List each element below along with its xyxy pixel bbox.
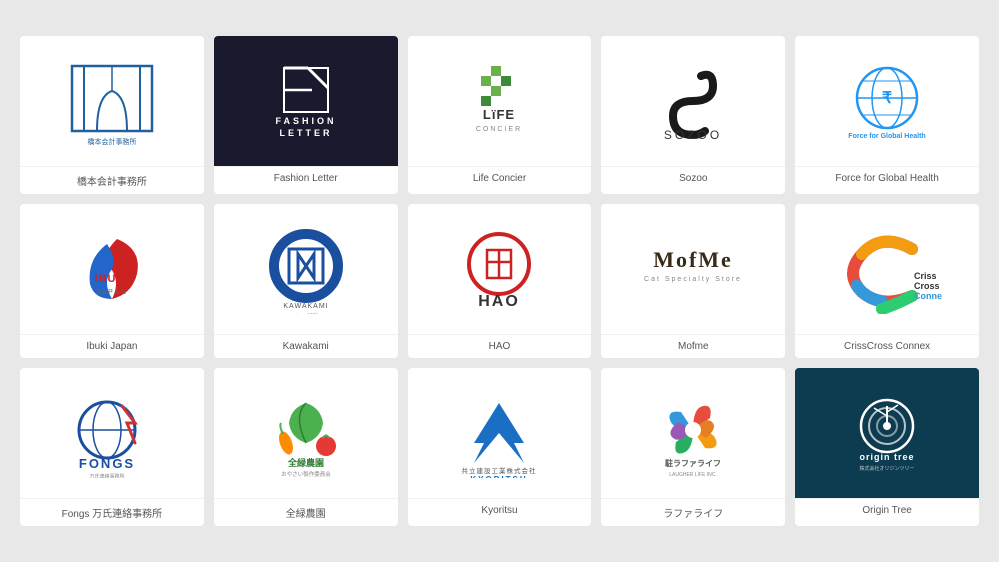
logo-label-mofme: Mofme (601, 334, 785, 358)
svg-text:Cat Specialty Store: Cat Specialty Store (644, 276, 742, 283)
logo-card-kyoritsu[interactable]: 共立建設工業株式会社 KYORITSU Kyoritsu (408, 368, 592, 526)
svg-text:SOZOO: SOZOO (664, 128, 722, 141)
svg-text:橋本会計事務所: 橋本会計事務所 (87, 137, 136, 146)
svg-text:Force for Global Health: Force for Global Health (848, 133, 925, 140)
logo-visual-sozoo: SOZOO (601, 36, 785, 166)
logo-card-crisscross-connex[interactable]: Criss Cross ConneX CrissCross Connex (795, 204, 979, 358)
logo-card-origin-tree[interactable]: origin tree 株式会社オリジンツリー Origin Tree (795, 368, 979, 526)
logo-visual-zenroku-nouen: 全緑農園 おやさい製作委員会 (214, 368, 398, 498)
logo-label-kyoritsu: Kyoritsu (408, 498, 592, 522)
logo-label-hao: HAO (408, 334, 592, 358)
logo-visual-hao: HAO (408, 204, 592, 334)
svg-text:LAUGHER LIFE INC.: LAUGHER LIFE INC. (670, 472, 718, 478)
logo-visual-origin-tree: origin tree 株式会社オリジンツリー (795, 368, 979, 498)
logo-card-fongs[interactable]: FONGS 万氏連絡事務所 Fongs 万氏連絡事務所 (20, 368, 204, 526)
logo-card-ibuki-japan[interactable]: IBUKI JAPAN Ibuki Japan (20, 204, 204, 358)
logo-label-fongs: Fongs 万氏連絡事務所 (20, 498, 204, 526)
logo-label-laugher-life: ラファライフ (601, 498, 785, 526)
logo-visual-fashion-letter: FASHION LETTER (214, 36, 398, 166)
logo-card-life-concier[interactable]: LïFE CONCIER Life Concier (408, 36, 592, 194)
logo-label-kawakami: Kawakami (214, 334, 398, 358)
svg-text:FASHION: FASHION (275, 116, 336, 126)
svg-text:IBUKI: IBUKI (94, 273, 129, 285)
svg-text:共立建設工業株式会社: 共立建設工業株式会社 (462, 466, 537, 475)
logo-card-hashimoto[interactable]: 橋本会計事務所 橋本会計事務所 (20, 36, 204, 194)
svg-text:LETTER: LETTER (279, 128, 332, 138)
logo-visual-hashimoto: 橋本会計事務所 (20, 36, 204, 166)
svg-text:駐ラファライフ: 駐ラファライフ (665, 458, 721, 468)
logo-card-sozoo[interactable]: SOZOO Sozoo (601, 36, 785, 194)
svg-text:since 1980: since 1980 (294, 313, 318, 314)
logo-label-zenroku-nouen: 全緑農園 (214, 498, 398, 526)
svg-text:KYORITSU: KYORITSU (471, 475, 528, 478)
logo-card-laugher-life[interactable]: 駐ラファライフ LAUGHER LIFE INC. ラファライフ (601, 368, 785, 526)
logo-card-zenroku-nouen[interactable]: 全緑農園 おやさい製作委員会 全緑農園 (214, 368, 398, 526)
svg-text:株式会社オリジンツリー: 株式会社オリジンツリー (860, 465, 915, 472)
logo-card-hao[interactable]: HAO HAO (408, 204, 592, 358)
logo-label-fashion-letter: Fashion Letter (214, 166, 398, 190)
svg-text:万氏連絡事務所: 万氏連絡事務所 (89, 473, 124, 478)
svg-text:JAPAN: JAPAN (96, 289, 128, 296)
logo-visual-life-concier: LïFE CONCIER (408, 36, 592, 166)
logo-card-force-global-health[interactable]: ₹ Force for Global Health Force for Glob… (795, 36, 979, 194)
logo-label-force-global-health: Force for Global Health (795, 166, 979, 190)
svg-text:LïFE: LïFE (483, 107, 515, 122)
logo-visual-laugher-life: 駐ラファライフ LAUGHER LIFE INC. (601, 368, 785, 498)
logo-grid: 橋本会計事務所 橋本会計事務所 FASHION LETTER Fashion L… (20, 36, 979, 526)
logo-visual-crisscross-connex: Criss Cross ConneX (795, 204, 979, 334)
svg-text:CONCIER: CONCIER (476, 126, 522, 133)
svg-text:Cross: Cross (914, 281, 940, 291)
logo-visual-mofme: MofMe Cat Specialty Store (601, 204, 785, 334)
logo-visual-kawakami: KAWAKAMI since 1980 (214, 204, 398, 334)
svg-text:Criss: Criss (914, 271, 937, 281)
logo-visual-ibuki-japan: IBUKI JAPAN (20, 204, 204, 334)
logo-visual-force-global-health: ₹ Force for Global Health (795, 36, 979, 166)
logo-label-sozoo: Sozoo (601, 166, 785, 190)
svg-text:ConneX: ConneX (914, 291, 942, 301)
logo-card-fashion-letter[interactable]: FASHION LETTER Fashion Letter (214, 36, 398, 194)
logo-label-life-concier: Life Concier (408, 166, 592, 190)
svg-text:₹: ₹ (882, 90, 892, 107)
logo-label-origin-tree: Origin Tree (795, 498, 979, 522)
logo-card-mofme[interactable]: MofMe Cat Specialty Store Mofme (601, 204, 785, 358)
svg-text:origin tree: origin tree (860, 452, 915, 462)
svg-text:全緑農園: 全緑農園 (287, 457, 324, 468)
logo-label-hashimoto: 橋本会計事務所 (20, 166, 204, 194)
logo-visual-fongs: FONGS 万氏連絡事務所 (20, 368, 204, 498)
logo-card-kawakami[interactable]: KAWAKAMI since 1980 Kawakami (214, 204, 398, 358)
logo-label-crisscross-connex: CrissCross Connex (795, 334, 979, 358)
svg-text:HAO: HAO (479, 293, 521, 310)
logo-visual-kyoritsu: 共立建設工業株式会社 KYORITSU (408, 368, 592, 498)
svg-text:FONGS: FONGS (79, 456, 135, 471)
svg-text:MofMe: MofMe (653, 247, 733, 272)
svg-text:KAWAKAMI: KAWAKAMI (283, 303, 328, 310)
logo-label-ibuki-japan: Ibuki Japan (20, 334, 204, 358)
svg-text:おやさい製作委員会: おやさい製作委員会 (281, 470, 331, 478)
